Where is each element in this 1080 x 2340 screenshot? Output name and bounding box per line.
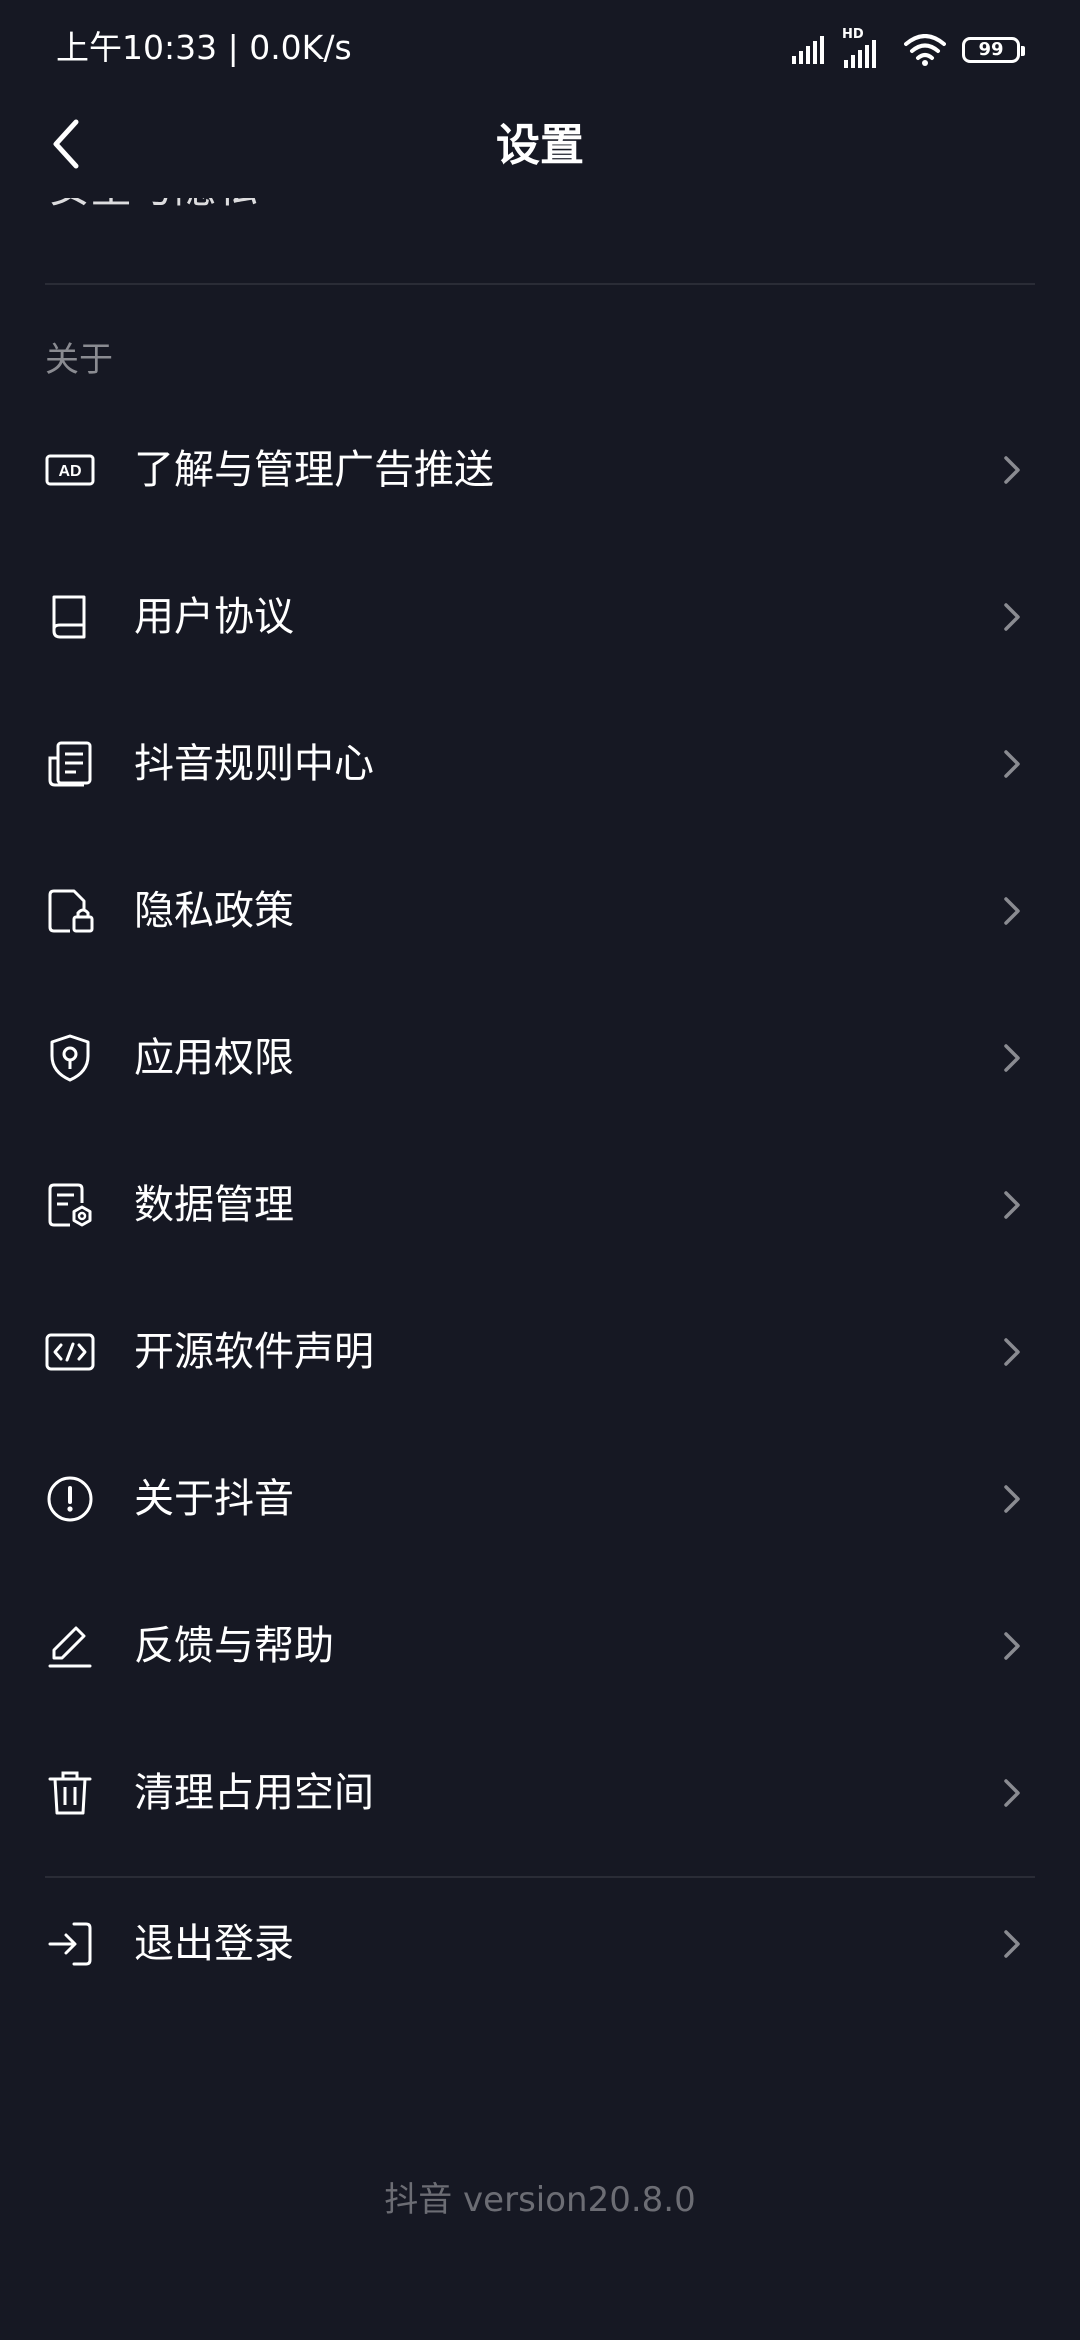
divider [45, 283, 1035, 285]
chevron-right-icon [1004, 1191, 1020, 1219]
menu-item-open-source[interactable]: 开源软件声明 [0, 1278, 1080, 1425]
page-title: 设置 [496, 120, 584, 171]
menu-item-label: 清理占用空间 [134, 1770, 374, 1816]
status-icons: HD 99 [792, 28, 1025, 72]
svg-text:AD: AD [58, 463, 81, 480]
chevron-right-icon [1004, 1044, 1020, 1072]
menu-item-label: 用户协议 [134, 594, 294, 640]
header: 设置 [0, 96, 1080, 200]
wifi-icon [904, 34, 946, 66]
chevron-right-icon [1004, 1485, 1020, 1513]
privacy-lock-icon [48, 889, 94, 933]
hd-signal-icon: HD [842, 28, 888, 68]
menu-item-label: 了解与管理广告推送 [134, 447, 494, 493]
divider [45, 1876, 1035, 1878]
menu-item-label: 抖音规则中心 [134, 741, 374, 787]
data-settings-icon [48, 1183, 92, 1227]
menu-item-label: 隐私政策 [134, 888, 294, 934]
menu-item-user-agreement[interactable]: 用户协议 [0, 543, 1080, 690]
signal-icon [792, 36, 826, 64]
version-text: 抖音 version20.8.0 [384, 2180, 696, 2220]
chevron-right-icon [1004, 456, 1020, 484]
chevron-right-icon [1004, 603, 1020, 631]
battery-level: 99 [978, 39, 1004, 60]
menu-item-data-management[interactable]: 数据管理 [0, 1131, 1080, 1278]
menu-item-label: 关于抖音 [134, 1476, 294, 1522]
clipped-previous-item-label: 安全与隐私 [48, 198, 448, 216]
menu-item-label: 数据管理 [134, 1182, 294, 1228]
battery-icon: 99 [962, 37, 1025, 63]
chevron-right-icon [1004, 750, 1020, 778]
chevron-right-icon [1004, 1779, 1020, 1807]
menu-item-clear-storage[interactable]: 清理占用空间 [0, 1719, 1080, 1866]
settings-menu: AD 了解与管理广告推送 用户协议 抖音规则中心 隐私政策 应用权限 数据管理 … [0, 396, 1080, 1866]
menu-item-privacy-policy[interactable]: 隐私政策 [0, 837, 1080, 984]
menu-item-app-permissions[interactable]: 应用权限 [0, 984, 1080, 1131]
menu-item-label: 反馈与帮助 [134, 1623, 334, 1669]
rules-document-icon [48, 741, 92, 787]
chevron-right-icon [1004, 1338, 1020, 1366]
chevron-right-icon [1004, 1930, 1020, 1958]
menu-item-feedback-help[interactable]: 反馈与帮助 [0, 1572, 1080, 1719]
shield-key-icon [50, 1034, 90, 1082]
logout-icon [48, 1922, 92, 1966]
info-alert-icon [47, 1476, 93, 1522]
chevron-right-icon [1004, 897, 1020, 925]
pencil-icon [48, 1626, 92, 1668]
chevron-right-icon [1004, 1632, 1020, 1660]
menu-item-label: 开源软件声明 [134, 1329, 374, 1375]
trash-icon [48, 1771, 92, 1815]
code-icon [45, 1333, 95, 1371]
menu-item-about-douyin[interactable]: 关于抖音 [0, 1425, 1080, 1572]
clipped-previous-item: 安全与隐私 [48, 198, 448, 218]
section-header-about: 关于 [45, 340, 113, 380]
status-bar: 上午10:33 | 0.0K/s HD 99 [0, 0, 1080, 96]
logout-button[interactable]: 退出登录 [0, 1888, 1080, 2035]
menu-item-label: 应用权限 [134, 1035, 294, 1081]
book-icon [52, 595, 86, 639]
ad-icon: AD [45, 454, 95, 486]
menu-item-rules-center[interactable]: 抖音规则中心 [0, 690, 1080, 837]
status-time-speed: 上午10:33 | 0.0K/s [56, 28, 352, 67]
logout-label: 退出登录 [134, 1921, 294, 1967]
menu-item-ad-management[interactable]: AD 了解与管理广告推送 [0, 396, 1080, 543]
